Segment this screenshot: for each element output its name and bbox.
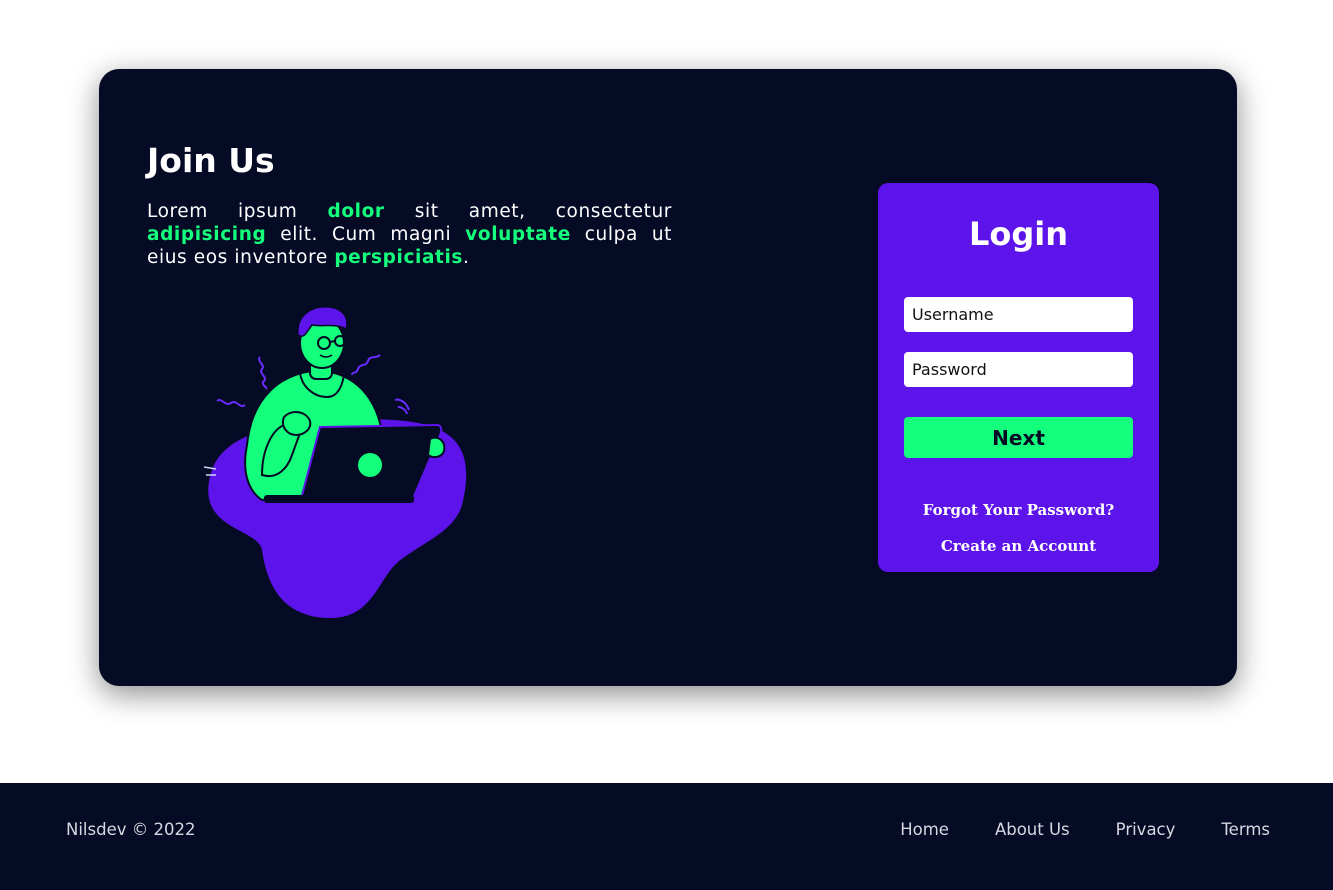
description-highlight: adipisicing	[147, 224, 267, 245]
username-input[interactable]	[904, 297, 1133, 332]
hero-title: Join Us	[147, 141, 275, 180]
login-title: Login	[968, 215, 1069, 253]
hero-description: Lorem ipsum dolor sit amet, consectetur …	[147, 200, 672, 269]
description-text: Lorem ipsum	[147, 201, 328, 222]
description-text: elit. Cum magni	[266, 224, 466, 245]
login-panel: Login Next Forgot Your Password? Create …	[878, 183, 1159, 572]
person-with-laptop-illustration	[203, 306, 467, 619]
footer-link-about-us[interactable]: About Us	[995, 820, 1070, 839]
copyright-text: Nilsdev © 2022	[66, 820, 196, 839]
description-highlight: perspiciatis	[334, 247, 464, 268]
description-text: .	[463, 247, 470, 268]
description-highlight: dolor	[327, 201, 385, 222]
footer-link-privacy[interactable]: Privacy	[1116, 820, 1176, 839]
create-account-link[interactable]: Create an Account	[878, 537, 1159, 555]
password-input[interactable]	[904, 352, 1133, 387]
forgot-password-link[interactable]: Forgot Your Password?	[878, 501, 1159, 519]
footer-nav: Home About Us Privacy Terms	[900, 820, 1270, 839]
hero-card: Join Us Lorem ipsum dolor sit amet, cons…	[99, 69, 1237, 686]
next-button[interactable]: Next	[904, 417, 1133, 458]
footer-link-home[interactable]: Home	[900, 820, 949, 839]
description-highlight: voluptate	[465, 224, 571, 245]
footer-link-terms[interactable]: Terms	[1221, 820, 1270, 839]
description-text: sit amet, consectetur	[384, 201, 673, 222]
footer: Nilsdev © 2022 Home About Us Privacy Ter…	[0, 783, 1333, 890]
